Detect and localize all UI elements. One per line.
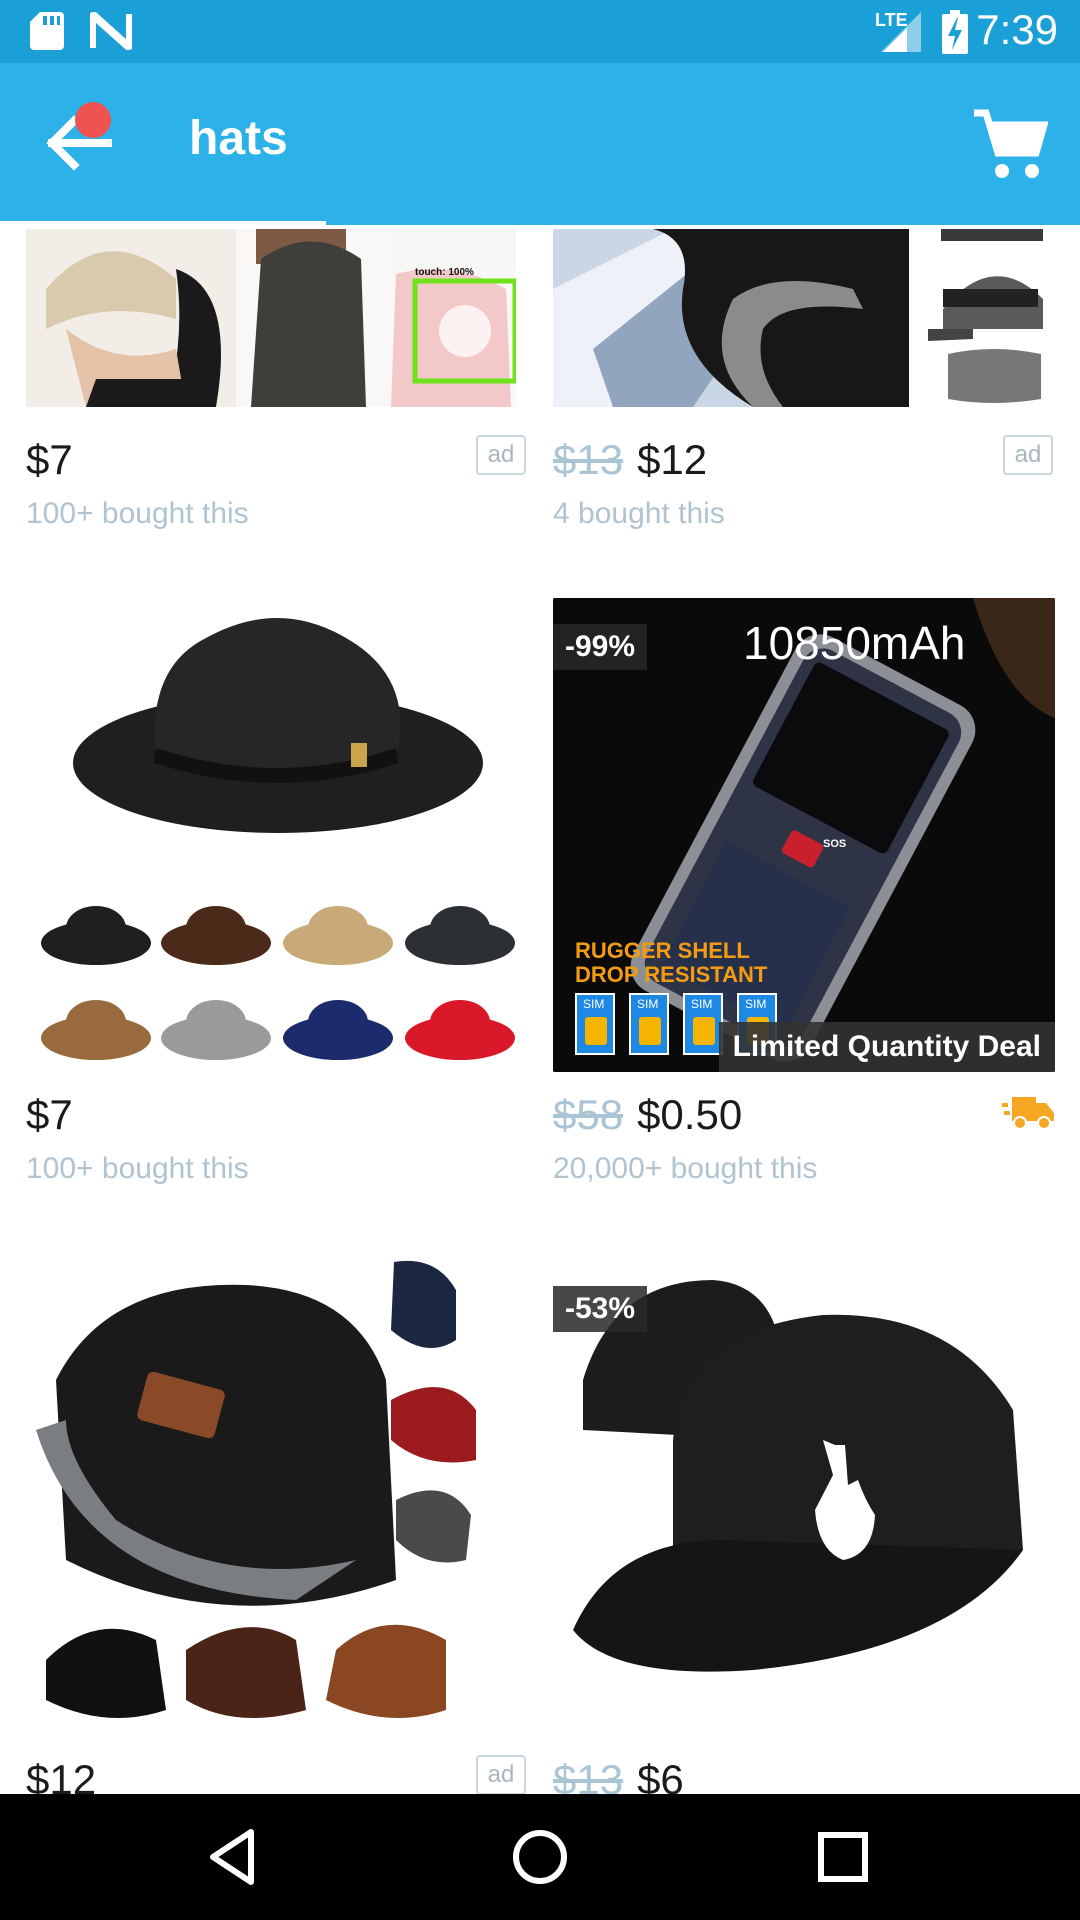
- network-type-label: LTE: [875, 10, 908, 30]
- shopping-cart-icon[interactable]: [972, 107, 1048, 183]
- product-price: $6: [637, 1756, 684, 1794]
- battery-charging-icon: [942, 10, 968, 54]
- bought-count: 20,000+ bought this: [553, 1152, 818, 1185]
- ad-badge: ad: [476, 435, 526, 475]
- product-price: $12: [26, 1756, 97, 1794]
- status-bar: LTE 7:39: [0, 0, 1080, 63]
- sim-card-icon: SIM: [683, 993, 723, 1055]
- discount-badge: -99%: [553, 624, 648, 670]
- product-price: $7: [26, 1091, 73, 1138]
- back-triangle-icon[interactable]: [201, 1822, 271, 1892]
- delivery-truck-icon: [1002, 1097, 1054, 1130]
- product-image[interactable]: -53%: [553, 1260, 1055, 1734]
- ad-badge: ad: [476, 1755, 526, 1794]
- sim-card-icon: SIM: [575, 993, 615, 1055]
- product-image[interactable]: touch: 100%: [26, 229, 516, 407]
- product-grid: touch: 100% $7 ad 100+ bought this $13 $…: [0, 225, 1080, 1794]
- bought-count: 100+ bought this: [26, 497, 249, 530]
- bought-count: 4 bought this: [553, 497, 725, 530]
- original-price: $13: [553, 436, 624, 483]
- price-row: $7: [26, 1085, 73, 1145]
- price-row: $12: [26, 1750, 96, 1794]
- price-row: $13 $6: [553, 1750, 684, 1794]
- image-tagline-2: DROP RESISTANT: [575, 962, 768, 987]
- product-image[interactable]: -99% 10850mAh RUGGER SHELL DROP RESISTAN…: [553, 598, 1055, 1072]
- limited-deal-banner: Limited Quantity Deal: [718, 1022, 1055, 1072]
- bought-count: 100+ bought this: [26, 1152, 249, 1185]
- home-circle-icon[interactable]: [505, 1822, 575, 1892]
- sim-label: SIM: [583, 997, 605, 1011]
- product-price: $12: [637, 436, 708, 483]
- ad-badge: ad: [1003, 435, 1053, 475]
- recents-square-icon[interactable]: [808, 1822, 878, 1892]
- sos-key: SOS: [823, 838, 847, 850]
- product-image[interactable]: [553, 229, 1055, 407]
- notification-dot: [75, 102, 111, 138]
- sim-card-icon: SIM: [629, 993, 669, 1055]
- image-tagline-1: RUGGER SHELL: [575, 938, 750, 963]
- product-card[interactable]: -53% $13 $6: [540, 1260, 1080, 1794]
- image-headline: 10850mAh: [743, 617, 966, 669]
- touch-overlay-label: touch: 100%: [415, 267, 474, 278]
- product-price: $0.50: [637, 1091, 743, 1138]
- sd-card-icon: [30, 12, 64, 50]
- product-image[interactable]: [26, 1260, 528, 1734]
- product-card[interactable]: $12 ad: [0, 1260, 540, 1794]
- app-bar: hats: [0, 63, 1080, 227]
- system-nav-bar: [0, 1794, 1080, 1920]
- lte-signal-icon: LTE: [873, 10, 923, 54]
- original-price: $58: [553, 1091, 624, 1138]
- sim-label: SIM: [745, 997, 767, 1011]
- discount-badge: -53%: [553, 1286, 648, 1332]
- n-logo-icon: [90, 12, 132, 50]
- price-row: $58 $0.50: [553, 1085, 742, 1145]
- sim-label: SIM: [637, 997, 659, 1011]
- price-row: $7: [26, 430, 73, 490]
- sim-label: SIM: [691, 997, 713, 1011]
- price-row: $13 $12: [553, 430, 707, 490]
- product-card[interactable]: $7 100+ bought this: [0, 595, 540, 1195]
- product-card[interactable]: touch: 100% $7 ad 100+ bought this: [0, 225, 540, 555]
- product-image[interactable]: [26, 598, 528, 1070]
- original-price: $13: [553, 1756, 624, 1794]
- product-price: $7: [26, 436, 73, 483]
- clock: 7:39: [976, 6, 1058, 53]
- page-title: hats: [189, 112, 288, 165]
- product-card[interactable]: -99% 10850mAh RUGGER SHELL DROP RESISTAN…: [540, 595, 1080, 1195]
- product-card[interactable]: $13 $12 ad 4 bought this: [540, 225, 1080, 555]
